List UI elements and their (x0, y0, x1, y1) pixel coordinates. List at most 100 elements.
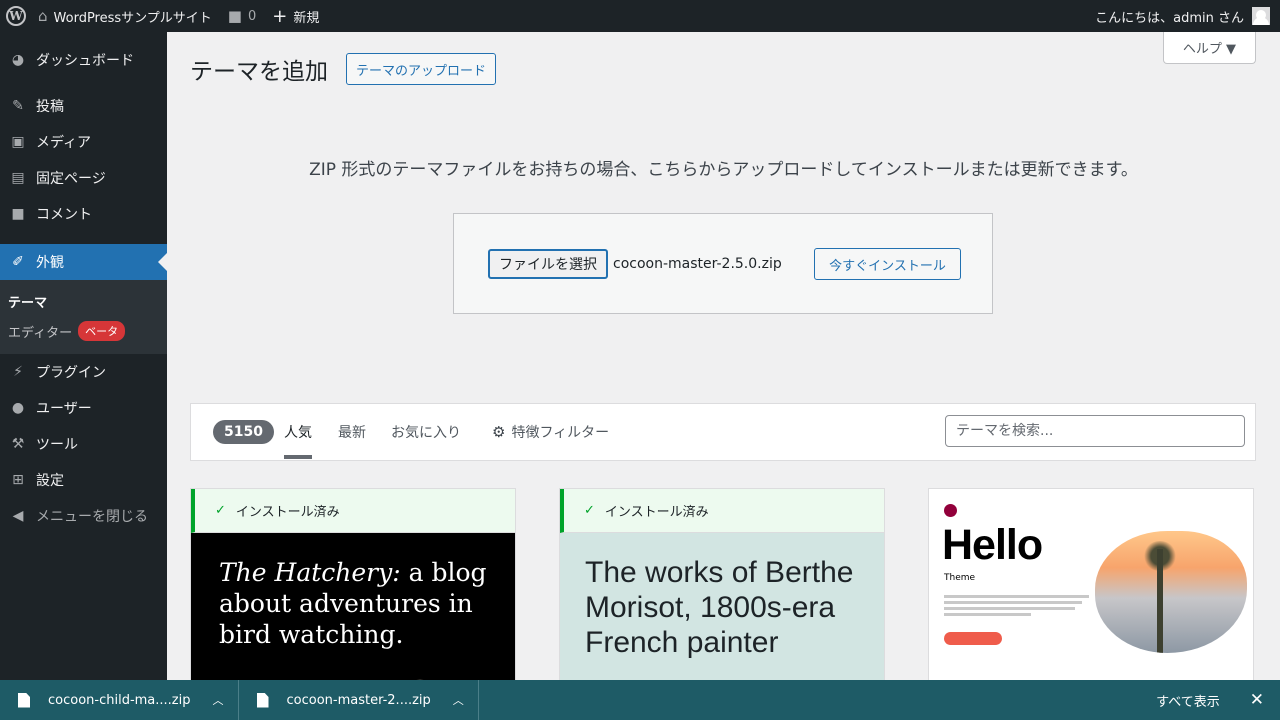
choose-file-button[interactable]: ファイルを選択 (488, 249, 608, 279)
greeting: こんにちは、admin さん (1095, 10, 1244, 26)
feature-filter-label: 特徴フィルター (511, 425, 610, 441)
check-icon: ✓ (215, 503, 226, 518)
close-icon[interactable]: ✕ (1250, 690, 1264, 710)
sidebar-item-tools[interactable]: ⚒ ツール (0, 426, 167, 462)
appearance-submenu: テーマ エディター ベータ (0, 280, 167, 354)
elementor-logo-icon (944, 504, 957, 517)
sidebar-item-label: ユーザー (36, 401, 92, 417)
download-item[interactable]: cocoon-child-ma....zip ︿ (0, 680, 239, 720)
installed-label: インストール済み (604, 505, 709, 520)
comments-count: 0 (247, 8, 257, 24)
downloads-bar: cocoon-child-ma....zip ︿ cocoon-master-2… (0, 680, 1280, 720)
installed-notice: ✓ インストール済み (560, 489, 884, 533)
check-icon: ✓ (584, 503, 595, 518)
upload-theme-button[interactable]: テーマのアップロード (346, 53, 497, 85)
collapse-menu-button[interactable]: ◀ メニューを閉じる (0, 498, 167, 534)
sidebar-item-label: 外観 (36, 255, 64, 271)
comment-bubble-icon: ■ (227, 7, 242, 25)
beta-badge: ベータ (78, 321, 126, 341)
hatchery-title-italic: The Hatchery: (219, 558, 401, 587)
comments-link[interactable]: ■ 0 (220, 0, 264, 32)
install-now-button[interactable]: 今すぐインストール (814, 248, 961, 280)
help-tab-button[interactable]: ヘルプ ▼ (1163, 32, 1256, 64)
feature-filter-button[interactable]: ⚙ 特徴フィルター (492, 422, 609, 442)
sidebar-item-users[interactable]: ● ユーザー (0, 390, 167, 426)
page-title: テーマを追加 (190, 59, 328, 85)
sidebar-item-label: コメント (36, 207, 92, 223)
comment-icon: ■ (11, 206, 25, 222)
show-all-downloads-link[interactable]: すべて表示 (1156, 691, 1220, 710)
sidebar-item-media[interactable]: ▣ メディア (0, 124, 167, 160)
sidebar-item-comments[interactable]: ■ コメント (0, 196, 167, 232)
page-icon: ▤ (11, 170, 25, 186)
download-filename: cocoon-master-2....zip (286, 692, 431, 708)
submenu-item-themes[interactable]: テーマ (0, 286, 167, 316)
sidebar-item-appearance[interactable]: ✐ 外観 (0, 244, 167, 280)
theme-screenshot: The Hatchery: a blog about adventures in… (191, 533, 515, 687)
sidebar-item-dashboard[interactable]: ◕ ダッシュボード (0, 42, 167, 78)
wordpress-logo-icon[interactable]: W (0, 0, 30, 32)
file-icon (18, 692, 30, 708)
upload-description: ZIP 形式のテーマファイルをお持ちの場合、こちらからアップロードしてインストー… (309, 160, 1138, 180)
submenu-label: エディター (8, 325, 73, 341)
placeholder-text-lines (944, 595, 1089, 619)
home-icon: ⌂ (38, 7, 48, 25)
file-icon (256, 692, 269, 708)
submenu-item-editor[interactable]: エディター ベータ (0, 316, 167, 346)
sidebar-item-settings[interactable]: ⊞ 設定 (0, 462, 167, 498)
theme-card-morisot[interactable]: ✓ インストール済み The works of Berthe Morisot, … (559, 488, 885, 688)
launch-button-graphic (944, 632, 1002, 645)
cactus-image (1095, 531, 1247, 653)
sidebar-item-posts[interactable]: ✎ 投稿 (0, 88, 167, 124)
brush-icon: ✐ (12, 254, 24, 270)
sidebar-item-label: 投稿 (36, 99, 64, 115)
new-content-link[interactable]: + 新規 (264, 0, 327, 32)
sidebar-item-label: ダッシュボード (36, 53, 134, 69)
gear-icon: ⚙ (492, 423, 506, 441)
new-label: 新規 (293, 10, 320, 26)
collapse-icon: ◀ (12, 508, 24, 524)
installed-notice: ✓ インストール済み (191, 489, 515, 533)
sidebar-item-label: プラグイン (36, 365, 106, 381)
media-icon: ▣ (11, 134, 25, 150)
theme-card-hello[interactable]: Hello Theme (928, 488, 1254, 688)
user-icon: ● (11, 400, 25, 416)
admin-bar: W ⌂ WordPressサンプルサイト ■ 0 + 新規 こんにちは、admi… (0, 0, 1280, 32)
hello-title: Hello (942, 521, 1043, 569)
chevron-up-icon[interactable]: ︿ (213, 692, 224, 708)
my-account-link[interactable]: こんにちは、admin さん (1087, 0, 1280, 32)
admin-sidebar: ◕ ダッシュボード ✎ 投稿 ▣ メディア ▤ 固定ページ ■ コメント ✐ 外… (0, 32, 167, 680)
sidebar-item-plugins[interactable]: ⚡ プラグイン (0, 354, 167, 390)
main-content: ヘルプ ▼ テーマを追加 テーマのアップロード ZIP 形式のテーマファイルをお… (167, 32, 1280, 688)
pin-icon: ✎ (12, 98, 24, 114)
tab-latest[interactable]: 最新 (338, 422, 366, 442)
sidebar-item-label: 設定 (36, 473, 64, 489)
download-filename: cocoon-child-ma....zip (48, 692, 191, 708)
sidebar-item-label: 固定ページ (36, 171, 106, 187)
theme-filter-bar: 5150 人気 最新 お気に入り ⚙ 特徴フィルター (190, 403, 1256, 461)
tab-popular[interactable]: 人気 (284, 422, 312, 459)
wrench-icon: ⚒ (11, 436, 25, 452)
theme-screenshot: The works of Berthe Morisot, 1800s-era F… (560, 533, 884, 687)
plugin-icon: ⚡ (13, 364, 23, 380)
hello-subtitle: Theme (944, 573, 976, 583)
theme-card-hatchery[interactable]: ✓ インストール済み The Hatchery: a blog about ad… (190, 488, 516, 688)
download-item[interactable]: cocoon-master-2....zip ︿ (239, 680, 479, 720)
theme-search-input[interactable] (945, 415, 1245, 447)
dashboard-icon: ◕ (11, 52, 25, 68)
selected-file-name: cocoon-master-2.5.0.zip (613, 256, 782, 272)
chevron-up-icon[interactable]: ︿ (453, 692, 464, 708)
site-name-link[interactable]: ⌂ WordPressサンプルサイト (30, 0, 220, 32)
theme-screenshot: Hello Theme (929, 489, 1253, 687)
site-name: WordPressサンプルサイト (53, 10, 212, 26)
settings-icon: ⊞ (12, 472, 24, 488)
sidebar-item-label: メニューを閉じる (36, 509, 148, 525)
sidebar-item-label: メディア (36, 135, 92, 151)
submenu-label: テーマ (8, 295, 48, 311)
sidebar-item-label: ツール (36, 437, 78, 453)
sidebar-item-pages[interactable]: ▤ 固定ページ (0, 160, 167, 196)
upload-form: ファイルを選択 cocoon-master-2.5.0.zip 今すぐインストー… (453, 213, 993, 314)
tab-favorites[interactable]: お気に入り (391, 422, 461, 442)
avatar (1252, 7, 1270, 25)
plus-icon: + (272, 5, 288, 27)
